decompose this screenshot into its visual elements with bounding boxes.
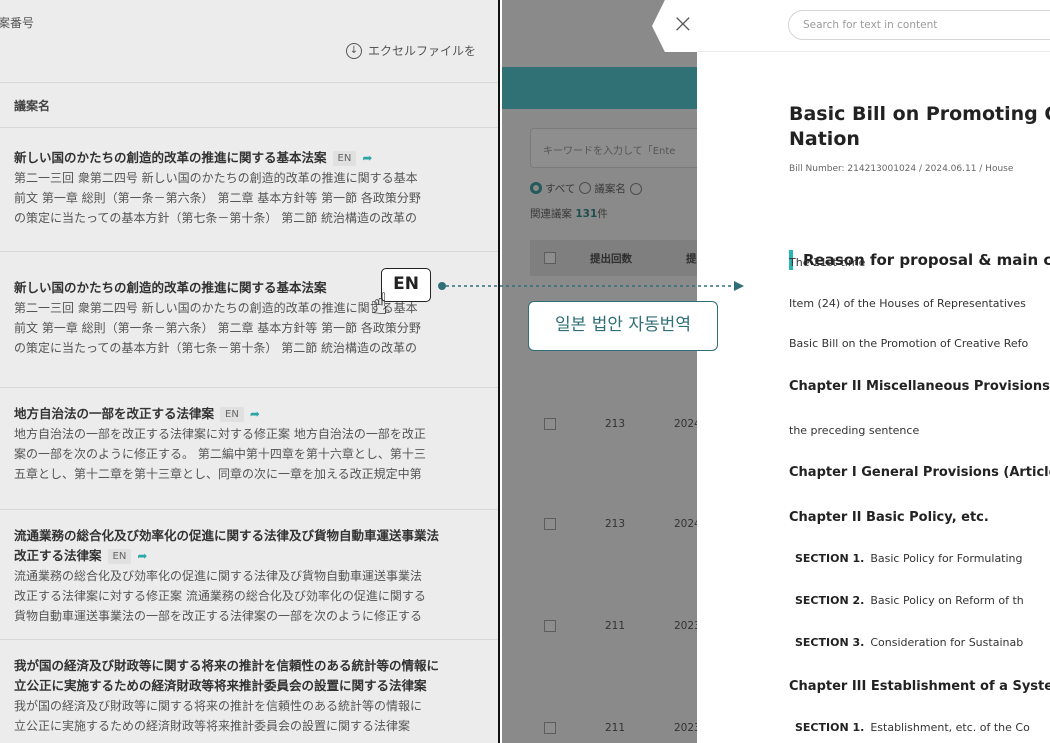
translation-drawer: Search for text in content Basic Bill on… [697, 0, 1050, 743]
bill-meta: Bill Number: 214213001024 / 2024.06.11 /… [789, 164, 1014, 174]
chapter-heading: Chapter II Miscellaneous Provisions [789, 379, 1050, 394]
en-badge[interactable]: EN [220, 407, 244, 422]
drawer-topbar: Search for text in content [697, 0, 1050, 52]
content-line: Item (24) of the Houses of Representativ… [789, 297, 1026, 310]
related-count: 関連議案 131件 [530, 208, 608, 220]
bill-title[interactable]: 流通業務の総合化及び効率化の促進に関する法律及び貨物自動車運送事業法 [14, 526, 486, 546]
row-checkbox[interactable] [544, 418, 556, 430]
bill-title-cont[interactable]: 改正する法律案 [14, 548, 102, 563]
close-icon: × [672, 9, 694, 39]
header-band [502, 67, 697, 109]
bill-summary-line: 流通業務の総合化及び効率化の促進に関する法律及び貨物自動車運送事業法 [14, 569, 423, 583]
bill-name-column-header: 議案名 [0, 82, 498, 128]
keyword-search-input[interactable]: キーワードを入力して「Ente [530, 128, 697, 168]
excel-export-label: エクセルファイルを [368, 44, 477, 58]
en-badge[interactable]: EN [107, 549, 132, 564]
search-scope-radios: すべて 議案名 [530, 181, 645, 196]
excel-export-button[interactable]: ↓ エクセルファイルを [346, 42, 476, 59]
bill-summary-line: の策定に当たっての基本方針（第七条－第十条） 第二節 統治構造の改革の [14, 341, 418, 355]
row-date: 2024 [674, 518, 697, 530]
bill-summary-line: 前文 第一章 総則（第一条－第六条） 第二章 基本方針等 第一節 各政策分野 [14, 191, 421, 205]
row-date: 2023 [674, 722, 697, 734]
row-session: 211 [605, 722, 626, 734]
bill-summary-line: 五章とし、第十二章を第十三章とし、同章の次に一章を加える改正規定中第 [14, 467, 422, 481]
bill-row[interactable]: 流通業務の総合化及び効率化の促進に関する法律及び貨物自動車運送事業法 改正する法… [0, 510, 498, 640]
col-date: 提 [686, 253, 697, 265]
bill-title[interactable]: 新しい国のかたちの創造的改革の推進に関する基本法案 [14, 150, 327, 165]
content-line: Basic Bill on the Promotion of Creative … [789, 337, 1029, 350]
row-date: 2024 [674, 418, 697, 430]
bill-summary-line: 立公正に実施するための経済財政等将来推計委員会の設置に関する法律案 [14, 719, 411, 733]
section-line: SECTION 3. Consideration for Sustainab [795, 636, 1024, 649]
row-session: 213 [605, 418, 626, 430]
row-checkbox[interactable] [544, 620, 556, 632]
row-checkbox[interactable] [544, 518, 556, 530]
radio-bill-name[interactable]: 議案名 [579, 181, 626, 196]
radio-selected-icon [530, 182, 542, 194]
select-all-checkbox[interactable] [544, 252, 556, 264]
share-arrow-icon[interactable]: ➦ [362, 148, 372, 168]
bill-summary-line: 案の一部を次のように修正する。 第二編中第十四章を第十六章とし、第十三 [14, 447, 426, 461]
content-search-input[interactable]: Search for text in content [788, 10, 1050, 40]
share-arrow-icon[interactable]: ➦ [250, 404, 260, 424]
col-session: 提出回数 [590, 253, 632, 265]
row-session: 213 [605, 518, 626, 530]
bill-summary-line: 我が国の経済及び財政等に関する将来の推計を信頼性のある統計等の情報に [14, 699, 423, 713]
bill-summary-line: の策定に当たっての基本方針（第七条－第十条） 第二節 統治構造の改革の [14, 211, 418, 225]
radio-other[interactable] [629, 182, 642, 195]
bill-title[interactable]: 地方自治法の一部を改正する法律案 [14, 406, 214, 421]
row-checkbox[interactable] [544, 722, 556, 734]
table-header: 提出回数 提 [530, 240, 697, 276]
bill-summary-line: 貨物自動車運送事業法の一部を改正する法律案の一部を次のように修正する [14, 609, 423, 623]
bill-summary-line: 地方自治法の一部を改正する法律案に対する修正案 地方自治法の一部を改正 [14, 427, 426, 441]
bill-row[interactable]: 我が国の経済及び財政等に関する将来の推計を信頼性のある統計等の情報に 立公正に実… [0, 640, 498, 743]
chapter-heading: Chapter II Basic Policy, etc. [789, 510, 989, 525]
row-session: 211 [605, 620, 626, 632]
bill-row[interactable]: 地方自治法の一部を改正する法律案 EN ➦ 地方自治法の一部を改正する法律案に対する… [0, 388, 498, 510]
bill-number-label: 案番号 [0, 16, 35, 30]
content-line: the preceding sentence [789, 424, 920, 437]
bill-summary-line: 改正する法律案に対する修正案 流通業務の総合化及び効率化の促進に関する [14, 589, 426, 603]
related-bills-panel: キーワードを入力して「Ente すべて 議案名 関連議案 131件 提出回数 提… [502, 0, 697, 743]
bill-list-panel: 案番号 ↓ エクセルファイルを 議案名 新しい国のかたちの創造的改革の推進に関す… [0, 0, 500, 743]
bill-title-cont[interactable]: 立公正に実施するための経済財政等将来推計委員会の設置に関する法律案 [14, 676, 486, 696]
content-line: The 21st time [789, 256, 866, 269]
bill-summary-line: 前文 第一章 総則（第一条－第六条） 第二章 基本方針等 第一節 各政策分野 [14, 321, 421, 335]
en-translate-button[interactable]: EN [381, 268, 431, 302]
section-line: SECTION 2. Basic Policy on Reform of th [795, 594, 1024, 607]
bill-title[interactable]: 我が国の経済及び財政等に関する将来の推計を信頼性のある統計等の情報に [14, 656, 486, 676]
download-icon: ↓ [346, 42, 362, 59]
share-arrow-icon[interactable]: ➦ [137, 546, 147, 566]
bill-title-en: Basic Bill on Promoting Crea Nation [789, 103, 1050, 150]
bill-title[interactable]: 新しい国のかたちの創造的改革の推進に関する基本法案 [14, 280, 327, 295]
bill-row[interactable]: 新しい国のかたちの創造的改革の推進に関する基本法案 EN ➦ 第二一三回 衆第二四号… [0, 128, 498, 252]
en-badge[interactable]: EN [332, 151, 357, 166]
hand-pointer-icon: ☝ [370, 287, 389, 322]
radio-all[interactable]: すべて [530, 181, 575, 196]
radio-icon [579, 182, 592, 194]
chapter-heading: Chapter III Establishment of a System [789, 679, 1050, 694]
auto-translate-label: 일본 법안 자동번역 [528, 301, 718, 351]
bill-summary-line: 第二一三回 衆第二四号 新しい国のかたちの創造的改革の推進に関する基本 [14, 171, 418, 185]
section-line: SECTION 1. Basic Policy for Formulating [795, 552, 1023, 565]
section-line: SECTION 1. Establishment, etc. of the Co [795, 721, 1030, 734]
row-date: 2023 [674, 620, 697, 632]
chapter-heading: Chapter I General Provisions (Article [789, 465, 1050, 480]
